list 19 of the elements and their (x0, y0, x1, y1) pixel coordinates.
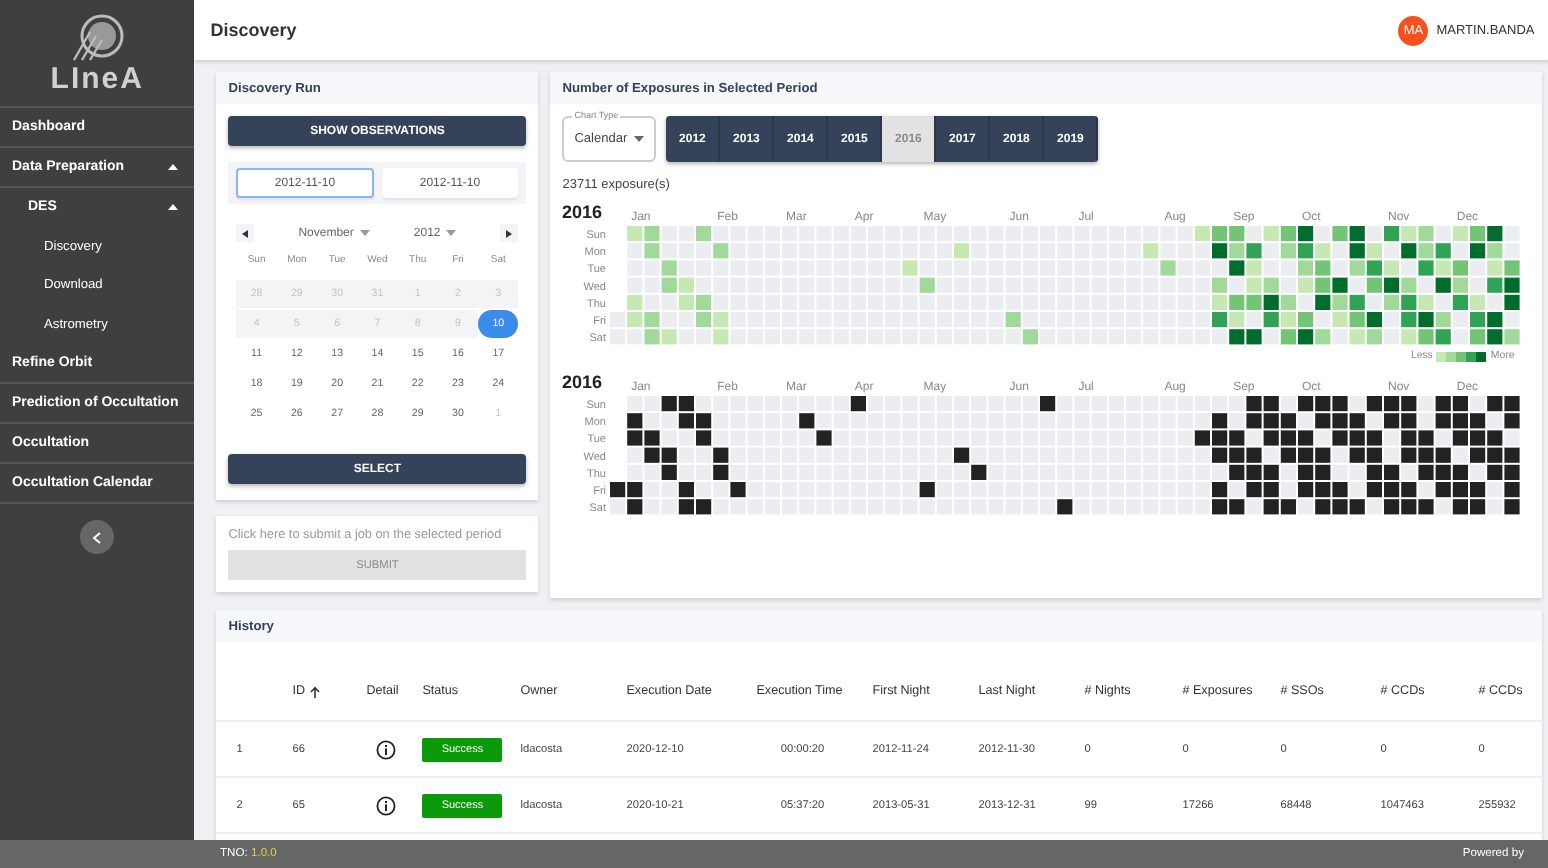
collapse-button[interactable] (80, 520, 115, 554)
caret-up-icon (168, 164, 179, 170)
triangle-right-icon (506, 229, 513, 237)
chevron-down-icon (446, 230, 457, 236)
caret-up-icon (168, 204, 179, 211)
next-month-button[interactable] (500, 224, 519, 242)
legend-scale-icon (1436, 351, 1487, 361)
previous-month-button[interactable] (236, 224, 255, 242)
globe-logo-icon (69, 12, 126, 64)
year-label: 2016 (562, 372, 603, 392)
chevron-left-icon (92, 531, 103, 543)
logo-text: LIneA (50, 64, 144, 94)
year-label: 2016 (562, 202, 603, 222)
info-icon[interactable] (376, 795, 397, 815)
triangle-left-icon (242, 229, 249, 237)
info-icon[interactable] (376, 739, 397, 759)
page-title: Discovery (210, 20, 297, 40)
chevron-down-icon (359, 230, 370, 236)
caret-down-icon (634, 136, 645, 142)
